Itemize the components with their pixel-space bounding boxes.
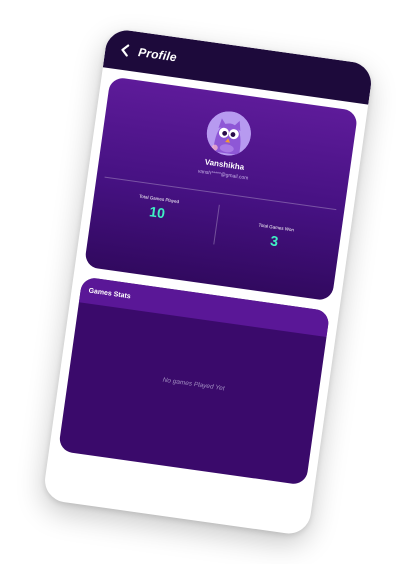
owl-avatar-icon[interactable] <box>204 108 254 159</box>
games-stats-card: Games Stats No games Played Yet <box>58 276 331 486</box>
profile-card: Vanshikha vansh*****@gmail.com Total Gam… <box>83 76 359 302</box>
back-arrow-icon[interactable] <box>116 41 134 59</box>
page-title: Profile <box>137 45 178 65</box>
stat-games-won: Total Games Won 3 <box>219 217 331 256</box>
empty-state-message: No games Played Yet <box>162 376 225 393</box>
stat-games-played: Total Games Played 10 <box>102 189 214 228</box>
screen: Profile Vanshikha vansh*****@gmail.com T… <box>0 0 417 564</box>
phone-frame: Profile Vanshikha vansh*****@gmail.com T… <box>42 27 374 537</box>
games-stats-title: Games Stats <box>88 287 132 300</box>
